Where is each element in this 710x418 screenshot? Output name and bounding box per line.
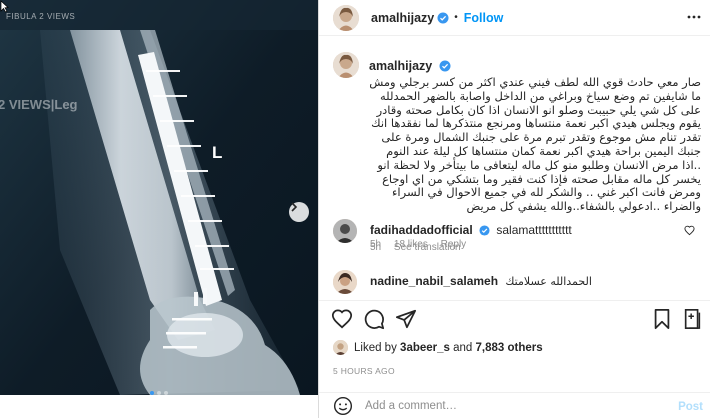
avatar[interactable] [333,270,357,294]
comment-time: 5h [370,239,382,250]
profile-photo [333,52,359,78]
post-media[interactable]: FIBULA 2 VIEWS 2 VIEWS|Leg L [0,0,318,418]
avatar[interactable] [333,340,348,355]
next-slide-button[interactable] [289,202,309,222]
profile-photo [333,340,348,355]
profile-photo [333,270,357,294]
comment-likes[interactable]: 18 likes [394,239,428,250]
likes-and: and [453,341,473,354]
post-details-panel: amalhijazy • Follow amalhijazy صار معي ح… [318,0,710,418]
profile-photo [333,219,357,243]
xray-caption-label: FIBULA 2 VIEWS [6,12,76,21]
paper-plane-icon[interactable] [395,308,417,330]
verified-badge-icon [437,12,449,23]
likes-prefix: Liked by [354,341,397,354]
comment-icon[interactable] [363,308,385,330]
carousel-dot [157,391,161,395]
likes-count[interactable]: 7,883 others [476,342,543,354]
xray-views-label: 2 VIEWS|Leg [0,97,78,112]
comment-username[interactable]: fadihaddadofficial [370,223,473,237]
verified-badge-icon [439,60,451,72]
likes-summary: Liked by 3abeer_s and 7,883 others [333,340,543,355]
xray-side-marker: L [212,143,223,162]
comment-text: الحمدالله عسلامتك [505,275,592,288]
header-separator: • [454,12,458,23]
follow-button[interactable]: Follow [464,11,504,25]
carousel-indicator [150,391,168,395]
caption-author: amalhijazy [369,58,451,73]
xray-image [0,0,318,418]
heart-icon[interactable] [684,225,695,236]
add-comment-bar: Post [319,392,710,418]
profile-photo [333,4,359,31]
comment-text: salamattttttttttt [496,223,572,237]
post-comment-button[interactable]: Post [678,401,703,413]
bookmark-icon[interactable] [652,308,672,330]
caption-text: صار معي حادث قوي الله لطف فيني عندي اكثر… [369,75,701,214]
verified-badge-icon [479,225,490,236]
avatar[interactable] [333,52,359,78]
caption-username[interactable]: amalhijazy [369,59,432,73]
comment-body: fadihaddadofficial salamattttttttttt [370,223,572,237]
chevron-right-icon [291,202,298,212]
post-timestamp[interactable]: 5 HOURS AGO [333,366,395,376]
carousel-dot [150,391,154,395]
avatar[interactable] [333,219,357,243]
carousel-dot [164,391,168,395]
heart-icon[interactable] [331,308,353,330]
post-author-username[interactable]: amalhijazy [371,11,434,25]
comment-body: nadine_nabil_salameh الحمدالله عسلامتك [370,274,592,288]
smiley-icon[interactable] [333,396,353,416]
post-header: amalhijazy • Follow [319,0,710,36]
post-actions-bar [319,300,710,336]
avatar[interactable] [333,4,359,31]
instagram-post-window: FIBULA 2 VIEWS 2 VIEWS|Leg L amalhijazy … [0,0,710,418]
mouse-cursor-icon [0,0,9,13]
comment-username[interactable]: nadine_nabil_salameh [370,274,498,288]
comment-meta: 5h 18 likes Reply [370,239,466,250]
comment-input[interactable] [365,399,655,412]
ellipsis-icon[interactable] [687,10,701,24]
reply-button[interactable]: Reply [441,239,467,250]
collection-icon[interactable] [683,308,703,330]
liker-username[interactable]: 3abeer_s [400,342,450,354]
